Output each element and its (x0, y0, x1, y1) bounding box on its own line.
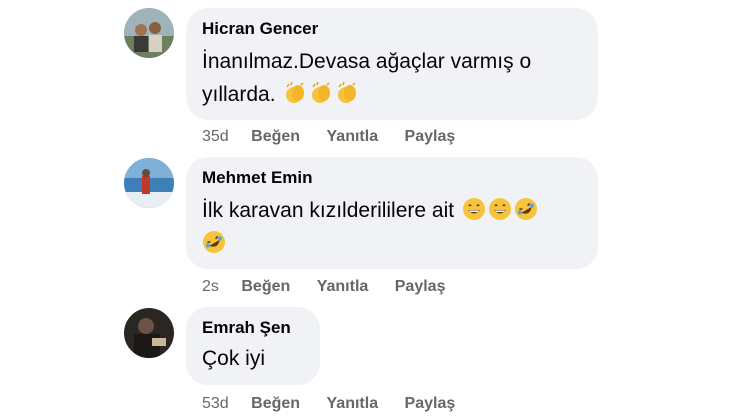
avatar-photo-icon (124, 158, 174, 208)
share-button[interactable]: Paylaş (405, 395, 456, 413)
comment-text-line: İnanılmaz.Devasa ağaçlar varmış o (202, 50, 532, 73)
avatar[interactable] (124, 158, 174, 208)
avatar-photo-icon (124, 8, 174, 58)
avatar-photo-icon (124, 308, 174, 358)
reply-button[interactable]: Yanıtla (327, 395, 379, 413)
clapping-hands-emoji-icon (335, 81, 359, 105)
like-button[interactable]: Beğen (251, 395, 300, 413)
comment-bubble: Mehmet Emin İlk karavan kızılderililere … (186, 157, 598, 269)
comment-author[interactable]: Emrah Şen (202, 317, 304, 339)
rolling-laughing-emoji-icon (514, 197, 538, 221)
comment-text-line: yıllarda. (202, 77, 582, 112)
comment-actions: 53d Beğen Yanıtla Paylaş (202, 395, 477, 413)
comment-bubble: Emrah Şen Çok iyi (186, 307, 320, 385)
comment-text-fragment: İlk karavan kızılderililere ait (202, 199, 455, 222)
share-button[interactable]: Paylaş (405, 128, 456, 146)
like-button[interactable]: Beğen (241, 278, 290, 296)
comment-actions: 2s Beğen Yanıtla Paylaş (202, 278, 467, 296)
comment-actions: 35d Beğen Yanıtla Paylaş (202, 128, 477, 146)
rolling-laughing-emoji-icon (202, 230, 226, 254)
reply-button[interactable]: Yanıtla (327, 128, 379, 146)
clapping-hands-emoji-icon (309, 81, 333, 105)
comment-author[interactable]: Hicran Gencer (202, 18, 582, 40)
like-button[interactable]: Beğen (251, 128, 300, 146)
comment-text-line: İlk karavan kızılderililere ait (202, 193, 582, 228)
comment-author[interactable]: Mehmet Emin (202, 167, 582, 189)
comment-timestamp[interactable]: 35d (202, 128, 229, 146)
clapping-hands-emoji-icon (283, 81, 307, 105)
avatar[interactable] (124, 308, 174, 358)
share-button[interactable]: Paylaş (395, 278, 446, 296)
reply-button[interactable]: Yanıtla (317, 278, 369, 296)
comment-bubble: Hicran Gencer İnanılmaz.Devasa ağaçlar v… (186, 8, 598, 120)
comment-text-line: Çok iyi (202, 347, 266, 370)
comment-text-line (202, 226, 582, 261)
grinning-face-emoji-icon (488, 197, 512, 221)
comment-text-fragment: yıllarda. (202, 83, 276, 106)
comment-timestamp[interactable]: 2s (202, 278, 219, 296)
grinning-face-emoji-icon (462, 197, 486, 221)
avatar[interactable] (124, 8, 174, 58)
comment-timestamp[interactable]: 53d (202, 395, 229, 413)
